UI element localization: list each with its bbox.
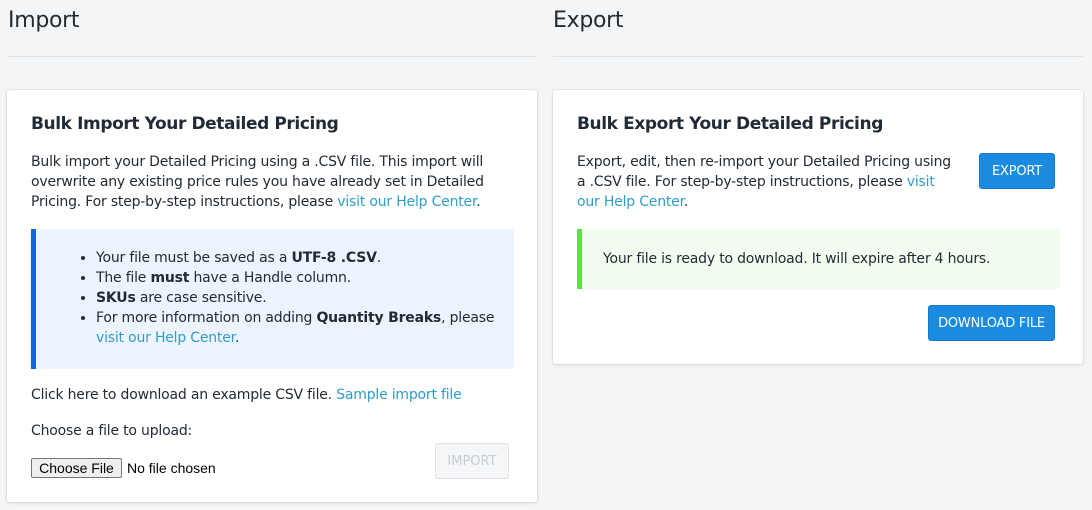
export-intro-text: Export, edit, then re-import your Detail…: [577, 154, 951, 190]
download-file-button[interactable]: DOWNLOAD FILE: [928, 305, 1055, 341]
import-card-title: Bulk Import Your Detailed Pricing: [31, 114, 339, 134]
choose-file-button[interactable]: Choose File: [31, 458, 122, 478]
list-item: Your file must be saved as a UTF-8 .CSV.: [96, 248, 514, 268]
import-help-link[interactable]: visit our Help Center: [337, 194, 476, 210]
export-section-title: Export: [553, 8, 624, 33]
import-intro-end: .: [476, 194, 481, 210]
file-status-text: No file chosen: [127, 460, 216, 476]
sample-import-file-link[interactable]: Sample import file: [336, 387, 462, 403]
export-button[interactable]: EXPORT: [979, 153, 1055, 189]
import-requirements-list: Your file must be saved as a UTF-8 .CSV.…: [36, 229, 514, 348]
quantity-breaks-help-link[interactable]: visit our Help Center: [96, 330, 235, 346]
export-intro-end: .: [683, 194, 689, 210]
import-divider: [8, 56, 537, 57]
export-card-title: Bulk Export Your Detailed Pricing: [577, 114, 883, 134]
download-ready-message: Your file is ready to download. It will …: [603, 251, 991, 267]
list-item: For more information on adding Quantity …: [96, 308, 514, 348]
import-intro: Bulk import your Detailed Pricing using …: [31, 152, 511, 212]
import-info-box: Your file must be saved as a UTF-8 .CSV.…: [31, 229, 514, 369]
export-divider: [553, 56, 1083, 57]
import-section-title: Import: [8, 8, 80, 33]
list-item: SKUs are case sensitive.: [96, 288, 514, 308]
import-button[interactable]: IMPORT: [435, 443, 509, 479]
sample-file-text: Click here to download an example CSV fi…: [31, 387, 337, 403]
list-item: The file must have a Handle column.: [96, 268, 514, 288]
export-intro: Export, edit, then re-import your Detail…: [577, 152, 957, 212]
upload-label: Choose a file to upload:: [31, 423, 193, 439]
sample-file-line: Click here to download an example CSV fi…: [31, 385, 511, 405]
download-ready-banner: Your file is ready to download. It will …: [577, 229, 1060, 289]
